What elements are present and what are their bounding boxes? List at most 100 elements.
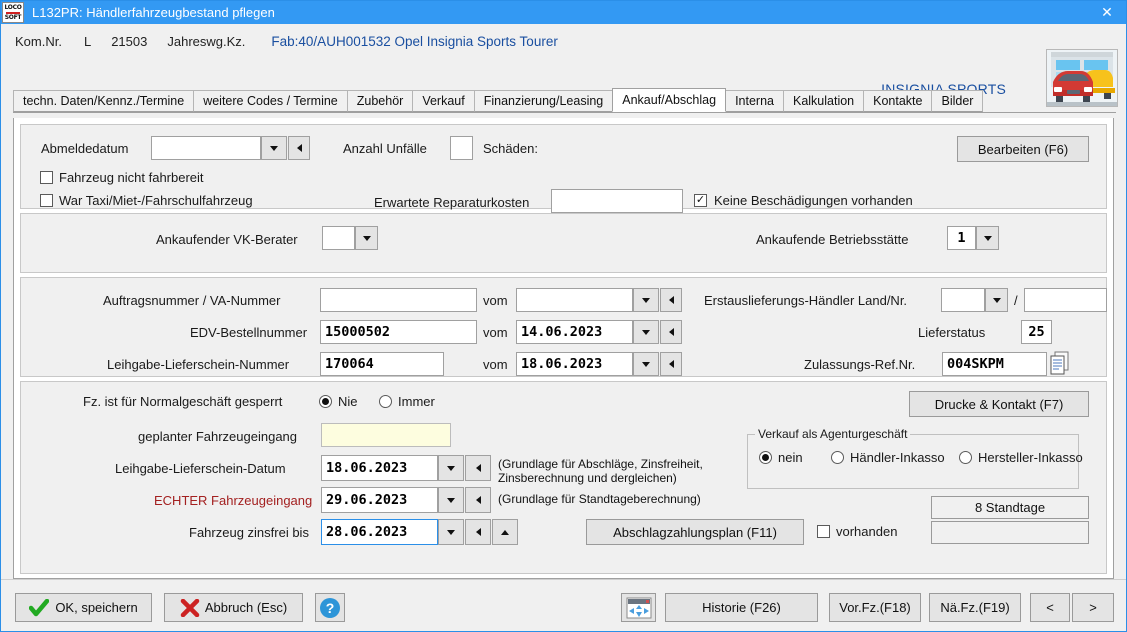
leihgabe-vom-prev-button[interactable] bbox=[660, 352, 682, 376]
zinsfrei-input[interactable]: 28.06.2023 bbox=[321, 519, 438, 545]
standtage-extra-field[interactable] bbox=[931, 521, 1089, 544]
erstauslieferung-land-dropdown-button[interactable] bbox=[985, 288, 1008, 312]
zulassungs-ref-input[interactable]: 004SKPM bbox=[942, 352, 1047, 376]
edv-bestellnummer-input[interactable]: 15000502 bbox=[320, 320, 477, 344]
tab-bilder[interactable]: Bilder bbox=[931, 90, 983, 112]
gesperrt-label: Fz. ist für Normalgeschäft gesperrt bbox=[83, 394, 282, 409]
nicht-fahrbereit-checkbox[interactable] bbox=[40, 171, 53, 184]
agentur-hersteller-radio[interactable] bbox=[959, 451, 972, 464]
vk-berater-label: Ankaufender VK-Berater bbox=[156, 232, 298, 247]
edv-vom-prev-button[interactable] bbox=[660, 320, 682, 344]
agentur-nein-radio[interactable] bbox=[759, 451, 772, 464]
leihgabe-vom-dropdown-button[interactable] bbox=[633, 352, 659, 376]
vorhanden-row[interactable]: vorhanden bbox=[817, 524, 897, 539]
agentur-option-hersteller[interactable]: Hersteller-Inkasso bbox=[959, 450, 1083, 465]
reparaturkosten-input[interactable] bbox=[551, 189, 683, 213]
auftragsnummer-input[interactable] bbox=[320, 288, 477, 312]
tab-techn-daten[interactable]: techn. Daten/Kennz./Termine bbox=[13, 90, 194, 112]
nicht-fahrbereit-row[interactable]: Fahrzeug nicht fahrbereit bbox=[40, 170, 204, 185]
betriebsstaette-input[interactable]: 1 bbox=[947, 226, 976, 250]
dates-section: Fz. ist für Normalgeschäft gesperrt Nie … bbox=[20, 381, 1107, 574]
abmeldedatum-input[interactable] bbox=[151, 136, 261, 160]
echter-eingang-input[interactable]: 29.06.2023 bbox=[321, 487, 438, 513]
bearbeiten-button[interactable]: Bearbeiten (F6) bbox=[957, 136, 1089, 162]
war-taxi-checkbox[interactable] bbox=[40, 194, 53, 207]
tab-weitere-codes[interactable]: weitere Codes / Termine bbox=[193, 90, 348, 112]
edv-vom-dropdown-button[interactable] bbox=[633, 320, 659, 344]
next-button[interactable]: > bbox=[1072, 593, 1114, 622]
cancel-button[interactable]: Abbruch (Esc) bbox=[164, 593, 303, 622]
close-icon[interactable]: ✕ bbox=[1096, 3, 1118, 21]
tab-strip: techn. Daten/Kennz./Termine weitere Code… bbox=[13, 89, 1116, 113]
agentur-fieldset: Verkauf als Agenturgeschäft nein Händler… bbox=[747, 434, 1079, 489]
tab-verkauf[interactable]: Verkauf bbox=[412, 90, 474, 112]
zinsfrei-dropdown-button[interactable] bbox=[438, 519, 464, 545]
navigator-button[interactable] bbox=[621, 593, 656, 622]
auftragsnummer-vom-dropdown-button[interactable] bbox=[633, 288, 659, 312]
auftragsnummer-vom-input[interactable] bbox=[516, 288, 633, 312]
auftragsnummer-label: Auftragsnummer / VA-Nummer bbox=[103, 293, 280, 308]
leihgabe-vom-input[interactable]: 18.06.2023 bbox=[516, 352, 633, 376]
historie-button[interactable]: Historie (F26) bbox=[665, 593, 818, 622]
tab-ankauf-abschlag[interactable]: Ankauf/Abschlag bbox=[612, 88, 726, 112]
erstauslieferung-nr-input[interactable] bbox=[1024, 288, 1107, 312]
agentur-hersteller-label: Hersteller-Inkasso bbox=[978, 450, 1083, 465]
standtage-button[interactable]: 8 Standtage bbox=[931, 496, 1089, 519]
naechstes-fahrzeug-button[interactable]: Nä.Fz.(F19) bbox=[929, 593, 1021, 622]
vorhanden-checkbox[interactable] bbox=[817, 525, 830, 538]
vorhanden-label: vorhanden bbox=[836, 524, 897, 539]
echter-eingang-prev-button[interactable] bbox=[465, 487, 491, 513]
chevron-left-icon bbox=[669, 296, 674, 304]
application-window: LOCO SOFT L132PR: Händlerfahrzeugbestand… bbox=[0, 0, 1127, 632]
keine-beschaedigungen-row[interactable]: ✓ Keine Beschädigungen vorhanden bbox=[694, 193, 913, 208]
copy-document-icon[interactable] bbox=[1050, 351, 1070, 382]
erstauslieferung-land-input[interactable] bbox=[941, 288, 985, 312]
chevron-down-icon bbox=[270, 146, 278, 151]
agentur-option-haendler[interactable]: Händler-Inkasso bbox=[831, 450, 945, 465]
abschlagzahlungsplan-button[interactable]: Abschlagzahlungsplan (F11) bbox=[586, 519, 804, 545]
chevron-down-icon bbox=[642, 362, 650, 367]
zinsfrei-label: Fahrzeug zinsfrei bis bbox=[189, 525, 309, 540]
abmeldedatum-label: Abmeldedatum bbox=[41, 141, 128, 156]
keine-beschaedigungen-checkbox[interactable]: ✓ bbox=[694, 194, 707, 207]
gesperrt-option-nie[interactable]: Nie bbox=[319, 394, 358, 409]
zinsfrei-up-button[interactable] bbox=[492, 519, 518, 545]
tab-kontakte[interactable]: Kontakte bbox=[863, 90, 932, 112]
agentur-option-nein[interactable]: nein bbox=[759, 450, 803, 465]
edv-vom-input[interactable]: 14.06.2023 bbox=[516, 320, 633, 344]
echter-eingang-label: ECHTER Fahrzeugeingang bbox=[154, 493, 312, 508]
tab-zubehoer[interactable]: Zubehör bbox=[347, 90, 414, 112]
help-button[interactable]: ? bbox=[315, 593, 345, 622]
leihgabe-datum-prev-button[interactable] bbox=[465, 455, 491, 481]
tab-interna[interactable]: Interna bbox=[725, 90, 784, 112]
auftragsnummer-vom-prev-button[interactable] bbox=[660, 288, 682, 312]
vorheriges-fahrzeug-button[interactable]: Vor.Fz.(F18) bbox=[829, 593, 921, 622]
gesperrt-option-immer[interactable]: Immer bbox=[379, 394, 435, 409]
drucke-kontakt-button[interactable]: Drucke & Kontakt (F7) bbox=[909, 391, 1089, 417]
abmeldedatum-dropdown-button[interactable] bbox=[261, 136, 287, 160]
anzahl-unfaelle-input[interactable] bbox=[450, 136, 473, 160]
echter-eingang-dropdown-button[interactable] bbox=[438, 487, 464, 513]
betriebsstaette-dropdown-button[interactable] bbox=[976, 226, 999, 250]
leihgabe-datum-input[interactable]: 18.06.2023 bbox=[321, 455, 438, 481]
gesperrt-nie-radio[interactable] bbox=[319, 395, 332, 408]
tab-finanzierung-leasing[interactable]: Finanzierung/Leasing bbox=[474, 90, 614, 112]
abmeldedatum-prev-button[interactable] bbox=[288, 136, 310, 160]
lieferstatus-input[interactable]: 25 bbox=[1021, 320, 1052, 344]
vk-berater-dropdown-button[interactable] bbox=[355, 226, 378, 250]
leihgabe-nr-input[interactable]: 170064 bbox=[320, 352, 444, 376]
war-taxi-row[interactable]: War Taxi/Miet-/Fahrschulfahrzeug bbox=[40, 193, 253, 208]
leihgabe-note-line2: Zinsberechnung und dergleichen) bbox=[498, 471, 703, 485]
zinsfrei-prev-button[interactable] bbox=[465, 519, 491, 545]
leihgabe-datum-dropdown-button[interactable] bbox=[438, 455, 464, 481]
tab-kalkulation[interactable]: Kalkulation bbox=[783, 90, 864, 112]
reparaturkosten-label: Erwartete Reparaturkosten bbox=[374, 195, 529, 210]
geplanter-eingang-input[interactable] bbox=[321, 423, 451, 447]
ok-save-button[interactable]: OK, speichern bbox=[15, 593, 152, 622]
vk-berater-input[interactable] bbox=[322, 226, 355, 250]
agentur-haendler-radio[interactable] bbox=[831, 451, 844, 464]
edv-bestellnummer-label: EDV-Bestellnummer bbox=[190, 325, 307, 340]
chevron-down-icon bbox=[447, 530, 455, 535]
prev-button[interactable]: < bbox=[1030, 593, 1070, 622]
gesperrt-immer-radio[interactable] bbox=[379, 395, 392, 408]
